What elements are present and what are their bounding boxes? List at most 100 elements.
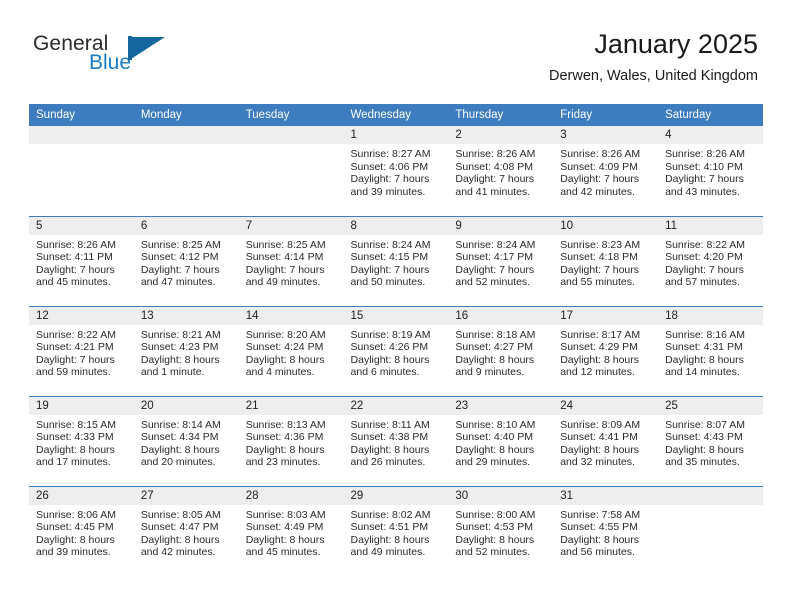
title-block: January 2025 Derwen, Wales, United Kingd…	[549, 28, 758, 86]
daylight-duration-line1: Daylight: 7 hours	[36, 263, 115, 276]
daylight-duration-line1: Daylight: 7 hours	[665, 263, 744, 276]
day-number: 30	[448, 486, 554, 505]
day-number: 4	[658, 126, 763, 144]
sunset-time: Sunset: 4:51 PM	[350, 521, 429, 534]
calendar-day-cell[interactable]: 13 Sunrise: 8:21 AM Sunset: 4:23 PM Dayligh…	[133, 305, 239, 396]
calendar-day-cell	[133, 126, 239, 216]
day-number: 28	[238, 486, 344, 505]
sunrise-time: Sunrise: 8:18 AM	[455, 328, 536, 341]
general-blue-logo: General Blue	[33, 32, 233, 80]
calendar-day-cell[interactable]: 28 Sunrise: 8:03 AM Sunset: 4:49 PM Dayligh…	[238, 485, 344, 576]
calendar-day-cell[interactable]: 27 Sunrise: 8:05 AM Sunset: 4:47 PM Dayligh…	[133, 485, 239, 576]
day-cell-content: 25 Sunrise: 8:07 AM Sunset: 4:43 PM Dayligh…	[658, 396, 763, 486]
day-cell-content	[238, 126, 344, 215]
day-cell-content: 1 Sunrise: 8:27 AM Sunset: 4:06 PM Daylight…	[343, 126, 449, 215]
calendar-day-cell[interactable]: 4 Sunrise: 8:26 AM Sunset: 4:10 PM Daylight…	[658, 126, 763, 216]
calendar-day-cell[interactable]: 16 Sunrise: 8:18 AM Sunset: 4:27 PM Dayligh…	[448, 305, 554, 396]
sunset-time: Sunset: 4:23 PM	[140, 341, 219, 354]
daylight-duration-line1: Daylight: 8 hours	[140, 443, 220, 456]
calendar-day-cell[interactable]: 30 Sunrise: 8:00 AM Sunset: 4:53 PM Dayligh…	[448, 485, 554, 576]
daylight-duration-line2: and 32 minutes.	[560, 456, 635, 469]
weekday-header-row: Sunday Monday Tuesday Wednesday Thursday…	[29, 104, 763, 126]
day-cell-content: 7 Sunrise: 8:25 AM Sunset: 4:14 PM Daylight…	[238, 216, 344, 306]
daylight-duration-line2: and 43 minutes.	[665, 185, 740, 198]
daylight-duration-line2: and 29 minutes.	[455, 456, 531, 469]
day-sun-info: Sunrise: 8:23 AM Sunset: 4:18 PM Daylight:…	[553, 235, 658, 289]
sunset-time: Sunset: 4:12 PM	[140, 251, 219, 264]
calendar-day-cell[interactable]: 7 Sunrise: 8:25 AM Sunset: 4:14 PM Daylight…	[238, 215, 344, 306]
day-cell-content	[658, 486, 763, 576]
daylight-duration-line1: Daylight: 8 hours	[245, 353, 325, 366]
calendar-day-cell[interactable]: 14 Sunrise: 8:20 AM Sunset: 4:24 PM Dayligh…	[238, 305, 344, 396]
calendar-day-cell[interactable]: 26 Sunrise: 8:06 AM Sunset: 4:45 PM Dayligh…	[29, 485, 134, 576]
sunrise-time: Sunrise: 7:58 AM	[560, 508, 641, 521]
calendar-day-cell[interactable]: 29 Sunrise: 8:02 AM Sunset: 4:51 PM Dayligh…	[343, 485, 449, 576]
page-header: General Blue January 2025 Derwen, Wales,…	[0, 0, 792, 84]
calendar-day-cell[interactable]: 2 Sunrise: 8:26 AM Sunset: 4:08 PM Daylight…	[448, 126, 554, 216]
calendar-week-row: 12 Sunrise: 8:22 AM Sunset: 4:21 PM Dayligh…	[29, 305, 763, 396]
daylight-duration-line1: Daylight: 7 hours	[455, 263, 535, 276]
calendar-day-cell[interactable]: 12 Sunrise: 8:22 AM Sunset: 4:21 PM Dayligh…	[29, 305, 134, 396]
sunset-time: Sunset: 4:36 PM	[245, 431, 324, 444]
day-cell-content: 5 Sunrise: 8:26 AM Sunset: 4:11 PM Daylight…	[29, 216, 134, 306]
calendar-day-cell[interactable]: 24 Sunrise: 8:09 AM Sunset: 4:41 PM Dayligh…	[553, 395, 659, 486]
daylight-duration-line2: and 9 minutes.	[455, 366, 525, 379]
calendar-day-cell[interactable]: 10 Sunrise: 8:23 AM Sunset: 4:18 PM Dayligh…	[553, 215, 659, 306]
sunset-time: Sunset: 4:31 PM	[665, 341, 743, 354]
calendar-day-cell[interactable]: 6 Sunrise: 8:25 AM Sunset: 4:12 PM Daylight…	[133, 215, 239, 306]
day-number: 7	[238, 216, 344, 235]
day-number: 20	[133, 396, 239, 415]
sunset-time: Sunset: 4:27 PM	[455, 341, 534, 354]
sunrise-time: Sunrise: 8:05 AM	[140, 508, 221, 521]
calendar-day-cell[interactable]: 23 Sunrise: 8:10 AM Sunset: 4:40 PM Dayligh…	[448, 395, 554, 486]
daylight-duration-line1: Daylight: 8 hours	[36, 443, 115, 456]
calendar-day-cell[interactable]: 25 Sunrise: 8:07 AM Sunset: 4:43 PM Dayligh…	[658, 395, 763, 486]
day-number: 17	[553, 306, 659, 325]
day-number: 16	[448, 306, 554, 325]
calendar-day-cell[interactable]: 1 Sunrise: 8:27 AM Sunset: 4:06 PM Daylight…	[343, 126, 449, 216]
calendar-day-cell	[29, 126, 134, 216]
sunset-time: Sunset: 4:06 PM	[350, 160, 429, 173]
calendar-day-cell[interactable]: 18 Sunrise: 8:16 AM Sunset: 4:31 PM Dayligh…	[658, 305, 763, 396]
weekday-header-saturday: Saturday	[658, 104, 763, 126]
calendar-day-cell	[658, 485, 763, 576]
calendar-day-cell[interactable]: 17 Sunrise: 8:17 AM Sunset: 4:29 PM Dayligh…	[553, 305, 659, 396]
calendar-day-cell[interactable]: 11 Sunrise: 8:22 AM Sunset: 4:20 PM Dayligh…	[658, 215, 763, 306]
daylight-duration-line1: Daylight: 7 hours	[350, 263, 430, 276]
day-cell-content: 31 Sunrise: 7:58 AM Sunset: 4:55 PM Dayligh…	[553, 486, 659, 576]
day-sun-info: Sunrise: 8:02 AM Sunset: 4:51 PM Daylight:…	[344, 505, 449, 559]
calendar-day-cell[interactable]: 3 Sunrise: 8:26 AM Sunset: 4:09 PM Daylight…	[553, 126, 659, 216]
sunset-time: Sunset: 4:43 PM	[665, 431, 743, 444]
daylight-duration-line2: and 20 minutes.	[140, 456, 216, 469]
daylight-duration-line1: Daylight: 8 hours	[665, 353, 744, 366]
daylight-duration-line2: and 4 minutes.	[245, 366, 315, 379]
weekday-header-monday: Monday	[133, 104, 239, 126]
sunrise-time: Sunrise: 8:16 AM	[665, 328, 746, 341]
daylight-duration-line1: Daylight: 7 hours	[455, 173, 535, 186]
sunrise-time: Sunrise: 8:22 AM	[665, 238, 746, 251]
weekday-header-wednesday: Wednesday	[343, 104, 449, 126]
day-cell-content: 4 Sunrise: 8:26 AM Sunset: 4:10 PM Daylight…	[658, 126, 763, 215]
calendar-day-cell	[238, 126, 344, 216]
sunrise-time: Sunrise: 8:26 AM	[455, 148, 536, 160]
calendar-day-cell[interactable]: 19 Sunrise: 8:15 AM Sunset: 4:33 PM Dayligh…	[29, 395, 134, 486]
day-cell-content: 26 Sunrise: 8:06 AM Sunset: 4:45 PM Dayligh…	[29, 486, 134, 576]
calendar-day-cell[interactable]: 15 Sunrise: 8:19 AM Sunset: 4:26 PM Dayligh…	[343, 305, 449, 396]
day-sun-info: Sunrise: 7:58 AM Sunset: 4:55 PM Daylight:…	[553, 505, 658, 559]
calendar-day-cell[interactable]: 31 Sunrise: 7:58 AM Sunset: 4:55 PM Dayligh…	[553, 485, 659, 576]
calendar-day-cell[interactable]: 20 Sunrise: 8:14 AM Sunset: 4:34 PM Dayligh…	[133, 395, 239, 486]
day-sun-info: Sunrise: 8:27 AM Sunset: 4:06 PM Daylight:…	[344, 144, 449, 198]
day-sun-info: Sunrise: 8:09 AM Sunset: 4:41 PM Daylight:…	[553, 415, 658, 469]
day-sun-info: Sunrise: 8:11 AM Sunset: 4:38 PM Daylight:…	[344, 415, 449, 469]
calendar-day-cell[interactable]: 21 Sunrise: 8:13 AM Sunset: 4:36 PM Dayligh…	[238, 395, 344, 486]
day-cell-content: 24 Sunrise: 8:09 AM Sunset: 4:41 PM Dayligh…	[553, 396, 659, 486]
calendar-day-cell[interactable]: 22 Sunrise: 8:11 AM Sunset: 4:38 PM Dayligh…	[343, 395, 449, 486]
sunset-time: Sunset: 4:55 PM	[560, 521, 638, 534]
day-sun-info: Sunrise: 8:19 AM Sunset: 4:26 PM Daylight:…	[344, 325, 449, 379]
day-number	[658, 486, 763, 505]
day-cell-content: 9 Sunrise: 8:24 AM Sunset: 4:17 PM Daylight…	[448, 216, 554, 306]
day-number: 1	[343, 126, 449, 144]
calendar-day-cell[interactable]: 5 Sunrise: 8:26 AM Sunset: 4:11 PM Daylight…	[29, 215, 134, 306]
calendar-day-cell[interactable]: 9 Sunrise: 8:24 AM Sunset: 4:17 PM Daylight…	[448, 215, 554, 306]
calendar-day-cell[interactable]: 8 Sunrise: 8:24 AM Sunset: 4:15 PM Daylight…	[343, 215, 449, 306]
